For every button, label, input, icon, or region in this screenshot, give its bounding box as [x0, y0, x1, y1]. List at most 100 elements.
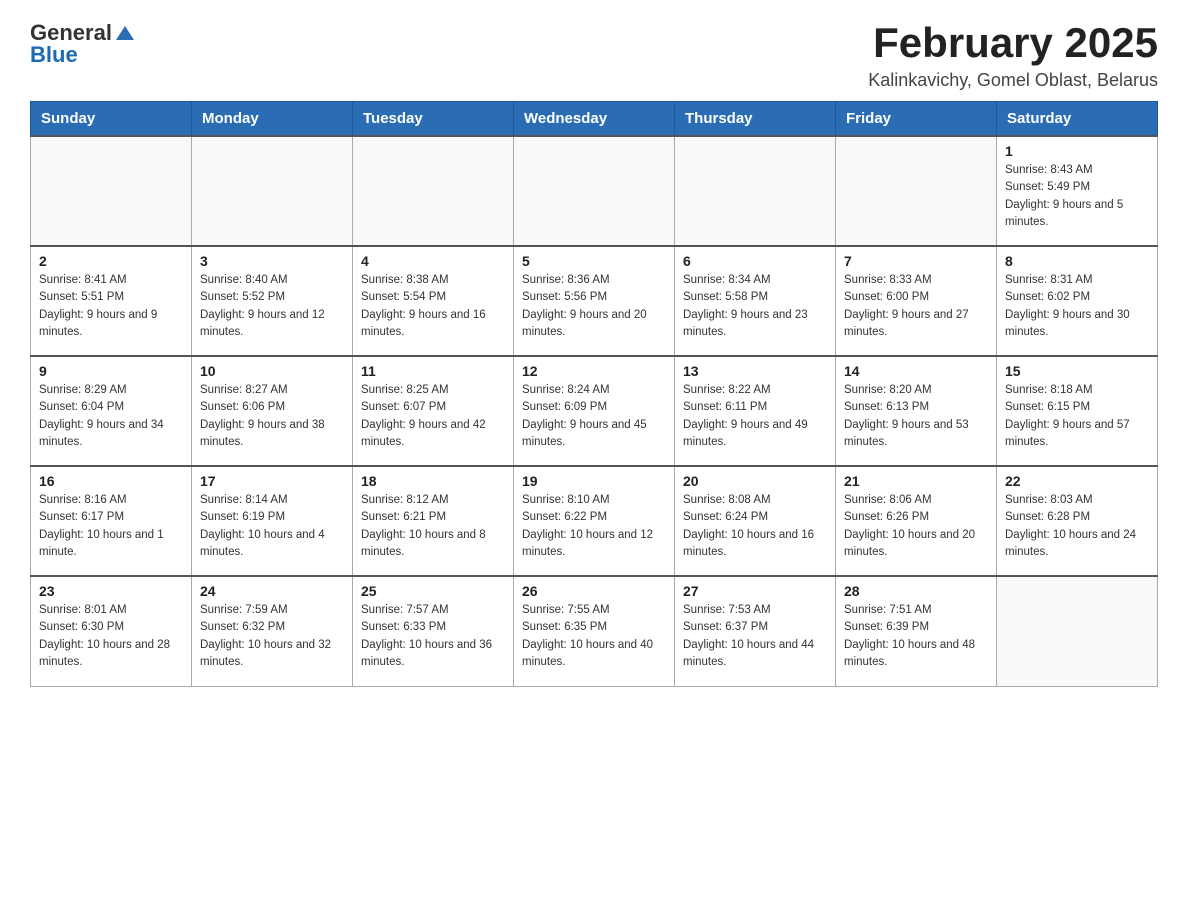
day-number: 28 — [844, 583, 988, 599]
calendar-week-row: 1 Sunrise: 8:43 AM Sunset: 5:49 PM Daylig… — [31, 136, 1158, 246]
day-info: Sunrise: 8:41 AM Sunset: 5:51 PM Dayligh… — [39, 272, 183, 341]
calendar-cell: 26 Sunrise: 7:55 AM Sunset: 6:35 PM Dayli… — [514, 576, 675, 686]
day-number: 20 — [683, 473, 827, 489]
day-number: 24 — [200, 583, 344, 599]
calendar-cell: 9 Sunrise: 8:29 AM Sunset: 6:04 PM Daylig… — [31, 356, 192, 466]
day-number: 16 — [39, 473, 183, 489]
day-number: 15 — [1005, 363, 1149, 379]
calendar-cell — [675, 136, 836, 246]
calendar-cell: 11Sunrise: 8:25 AM Sunset: 6:07 PM Dayli… — [353, 356, 514, 466]
calendar-table: SundayMondayTuesdayWednesdayThursdayFrid… — [30, 101, 1158, 687]
calendar-cell: 7 Sunrise: 8:33 AM Sunset: 6:00 PM Daylig… — [836, 246, 997, 356]
day-info: Sunrise: 8:16 AM Sunset: 6:17 PM Dayligh… — [39, 492, 183, 561]
weekday-header-monday: Monday — [192, 102, 353, 137]
day-number: 22 — [1005, 473, 1149, 489]
day-number: 18 — [361, 473, 505, 489]
weekday-header-tuesday: Tuesday — [353, 102, 514, 137]
day-info: Sunrise: 8:20 AM Sunset: 6:13 PM Dayligh… — [844, 382, 988, 451]
calendar-cell: 17 Sunrise: 8:14 AM Sunset: 6:19 PM Dayli… — [192, 466, 353, 576]
calendar-week-row: 9 Sunrise: 8:29 AM Sunset: 6:04 PM Daylig… — [31, 356, 1158, 466]
day-info: Sunrise: 8:34 AM Sunset: 5:58 PM Dayligh… — [683, 272, 827, 341]
calendar-cell: 5 Sunrise: 8:36 AM Sunset: 5:56 PM Daylig… — [514, 246, 675, 356]
weekday-header-friday: Friday — [836, 102, 997, 137]
calendar-cell: 20 Sunrise: 8:08 AM Sunset: 6:24 PM Dayli… — [675, 466, 836, 576]
calendar-cell: 23 Sunrise: 8:01 AM Sunset: 6:30 PM Dayli… — [31, 576, 192, 686]
logo: General Blue — [30, 20, 136, 68]
calendar-cell: 25 Sunrise: 7:57 AM Sunset: 6:33 PM Dayli… — [353, 576, 514, 686]
title-block: February 2025 Kalinkavichy, Gomel Oblast… — [868, 20, 1158, 91]
day-info: Sunrise: 8:27 AM Sunset: 6:06 PM Dayligh… — [200, 382, 344, 451]
calendar-cell — [997, 576, 1158, 686]
logo-blue-text: Blue — [30, 42, 78, 68]
weekday-header-wednesday: Wednesday — [514, 102, 675, 137]
day-info: Sunrise: 7:51 AM Sunset: 6:39 PM Dayligh… — [844, 602, 988, 671]
day-number: 1 — [1005, 143, 1149, 159]
day-info: Sunrise: 8:40 AM Sunset: 5:52 PM Dayligh… — [200, 272, 344, 341]
day-number: 13 — [683, 363, 827, 379]
calendar-cell: 18 Sunrise: 8:12 AM Sunset: 6:21 PM Dayli… — [353, 466, 514, 576]
day-info: Sunrise: 8:01 AM Sunset: 6:30 PM Dayligh… — [39, 602, 183, 671]
day-info: Sunrise: 8:10 AM Sunset: 6:22 PM Dayligh… — [522, 492, 666, 561]
day-info: Sunrise: 8:36 AM Sunset: 5:56 PM Dayligh… — [522, 272, 666, 341]
calendar-cell — [514, 136, 675, 246]
day-number: 2 — [39, 253, 183, 269]
day-number: 14 — [844, 363, 988, 379]
day-number: 25 — [361, 583, 505, 599]
location-subtitle: Kalinkavichy, Gomel Oblast, Belarus — [868, 70, 1158, 91]
day-number: 8 — [1005, 253, 1149, 269]
day-number: 19 — [522, 473, 666, 489]
calendar-cell: 1 Sunrise: 8:43 AM Sunset: 5:49 PM Daylig… — [997, 136, 1158, 246]
calendar-header-row: SundayMondayTuesdayWednesdayThursdayFrid… — [31, 102, 1158, 137]
calendar-cell: 28 Sunrise: 7:51 AM Sunset: 6:39 PM Dayli… — [836, 576, 997, 686]
day-number: 9 — [39, 363, 183, 379]
day-info: Sunrise: 8:43 AM Sunset: 5:49 PM Dayligh… — [1005, 162, 1149, 231]
day-info: Sunrise: 7:55 AM Sunset: 6:35 PM Dayligh… — [522, 602, 666, 671]
calendar-cell: 21 Sunrise: 8:06 AM Sunset: 6:26 PM Dayli… — [836, 466, 997, 576]
day-info: Sunrise: 7:59 AM Sunset: 6:32 PM Dayligh… — [200, 602, 344, 671]
day-number: 27 — [683, 583, 827, 599]
day-info: Sunrise: 8:14 AM Sunset: 6:19 PM Dayligh… — [200, 492, 344, 561]
calendar-week-row: 2 Sunrise: 8:41 AM Sunset: 5:51 PM Daylig… — [31, 246, 1158, 356]
weekday-header-sunday: Sunday — [31, 102, 192, 137]
day-info: Sunrise: 8:06 AM Sunset: 6:26 PM Dayligh… — [844, 492, 988, 561]
day-number: 26 — [522, 583, 666, 599]
day-number: 10 — [200, 363, 344, 379]
calendar-cell: 12 Sunrise: 8:24 AM Sunset: 6:09 PM Dayli… — [514, 356, 675, 466]
calendar-cell: 19 Sunrise: 8:10 AM Sunset: 6:22 PM Dayli… — [514, 466, 675, 576]
calendar-cell: 4Sunrise: 8:38 AM Sunset: 5:54 PM Daylig… — [353, 246, 514, 356]
day-number: 12 — [522, 363, 666, 379]
calendar-cell: 15Sunrise: 8:18 AM Sunset: 6:15 PM Dayli… — [997, 356, 1158, 466]
day-info: Sunrise: 8:12 AM Sunset: 6:21 PM Dayligh… — [361, 492, 505, 561]
calendar-cell: 3 Sunrise: 8:40 AM Sunset: 5:52 PM Daylig… — [192, 246, 353, 356]
day-number: 3 — [200, 253, 344, 269]
day-info: Sunrise: 8:33 AM Sunset: 6:00 PM Dayligh… — [844, 272, 988, 341]
day-info: Sunrise: 8:03 AM Sunset: 6:28 PM Dayligh… — [1005, 492, 1149, 561]
day-number: 6 — [683, 253, 827, 269]
calendar-cell — [192, 136, 353, 246]
day-info: Sunrise: 8:31 AM Sunset: 6:02 PM Dayligh… — [1005, 272, 1149, 341]
day-number: 7 — [844, 253, 988, 269]
day-number: 23 — [39, 583, 183, 599]
day-info: Sunrise: 7:53 AM Sunset: 6:37 PM Dayligh… — [683, 602, 827, 671]
calendar-cell — [31, 136, 192, 246]
day-info: Sunrise: 8:38 AM Sunset: 5:54 PM Dayligh… — [361, 272, 505, 341]
day-info: Sunrise: 7:57 AM Sunset: 6:33 PM Dayligh… — [361, 602, 505, 671]
day-info: Sunrise: 8:08 AM Sunset: 6:24 PM Dayligh… — [683, 492, 827, 561]
calendar-cell: 16 Sunrise: 8:16 AM Sunset: 6:17 PM Dayli… — [31, 466, 192, 576]
day-number: 17 — [200, 473, 344, 489]
page-header: General Blue February 2025 Kalinkavichy,… — [30, 20, 1158, 91]
calendar-cell: 13Sunrise: 8:22 AM Sunset: 6:11 PM Dayli… — [675, 356, 836, 466]
day-info: Sunrise: 8:24 AM Sunset: 6:09 PM Dayligh… — [522, 382, 666, 451]
calendar-cell: 2 Sunrise: 8:41 AM Sunset: 5:51 PM Daylig… — [31, 246, 192, 356]
calendar-cell: 14 Sunrise: 8:20 AM Sunset: 6:13 PM Dayli… — [836, 356, 997, 466]
day-info: Sunrise: 8:29 AM Sunset: 6:04 PM Dayligh… — [39, 382, 183, 451]
calendar-cell — [353, 136, 514, 246]
calendar-cell — [836, 136, 997, 246]
day-number: 21 — [844, 473, 988, 489]
calendar-cell: 22 Sunrise: 8:03 AM Sunset: 6:28 PM Dayli… — [997, 466, 1158, 576]
calendar-cell: 6 Sunrise: 8:34 AM Sunset: 5:58 PM Daylig… — [675, 246, 836, 356]
day-number: 5 — [522, 253, 666, 269]
calendar-cell: 8 Sunrise: 8:31 AM Sunset: 6:02 PM Daylig… — [997, 246, 1158, 356]
calendar-week-row: 23 Sunrise: 8:01 AM Sunset: 6:30 PM Dayli… — [31, 576, 1158, 686]
day-number: 11 — [361, 363, 505, 379]
